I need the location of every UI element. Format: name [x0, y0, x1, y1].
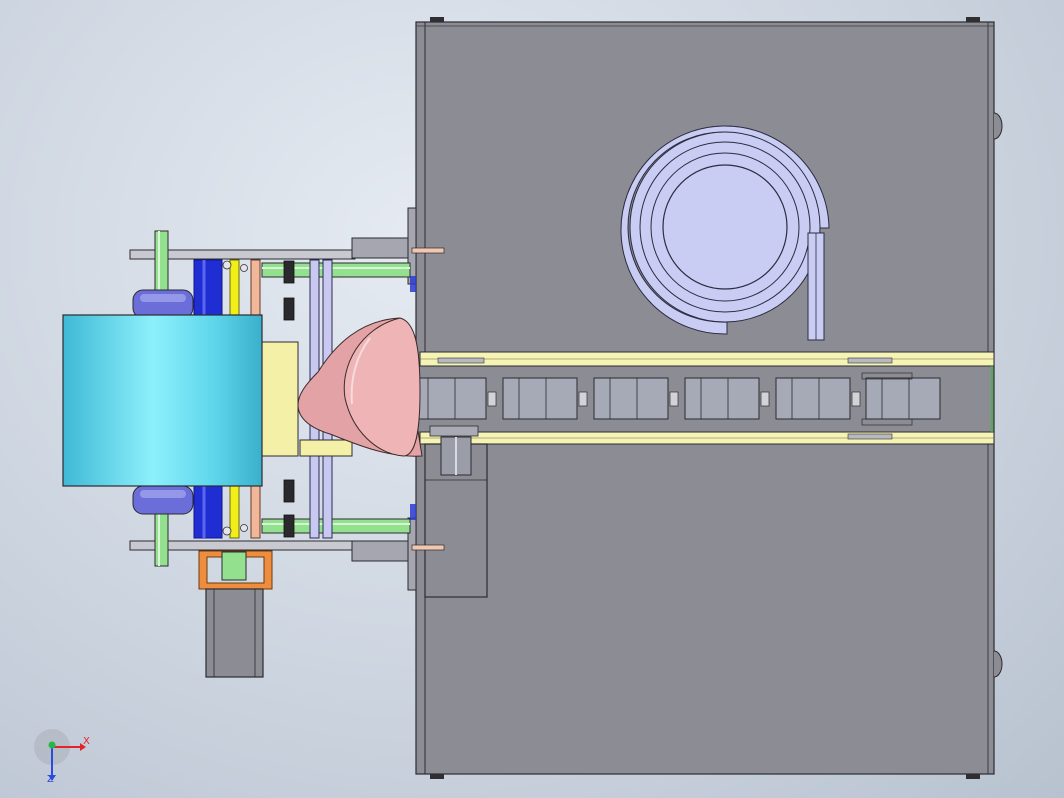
rail-clamp-left	[437, 357, 485, 364]
z-axis-label: Z	[47, 774, 54, 785]
rail-clamp-top	[847, 357, 893, 364]
roll-drive-motor[interactable]	[198, 550, 273, 678]
y-axis-dot	[48, 741, 56, 749]
roll-body	[62, 314, 263, 487]
conveyor-part[interactable]	[861, 372, 941, 426]
spacer-top-1	[283, 260, 295, 284]
motor-collar	[429, 425, 479, 437]
conveyor-part[interactable]	[593, 377, 679, 420]
motor-coupling	[221, 551, 247, 581]
conveyor-part[interactable]	[502, 377, 588, 420]
frame-mount-bottom	[351, 540, 413, 562]
cad-viewport[interactable]: X Z	[0, 0, 1064, 798]
assembly-drawing	[34, 17, 1003, 781]
bolt-bottom	[411, 544, 445, 551]
spacer-bottom-2	[283, 514, 295, 538]
conveyor-part[interactable]	[411, 377, 497, 420]
bowl-center-disc	[662, 164, 788, 290]
material-roll[interactable]	[62, 314, 263, 487]
spacer-top-2	[283, 297, 295, 321]
housing-hinge-lower	[993, 650, 1003, 678]
conveyor-part[interactable]	[684, 377, 770, 420]
coordinate-triad	[34, 729, 86, 781]
housing-foot-tl	[430, 17, 444, 22]
conveyor[interactable]	[411, 351, 995, 445]
housing-hinge-upper	[993, 112, 1003, 140]
x-axis-label: X	[83, 736, 90, 747]
conveyor-part[interactable]	[775, 377, 861, 420]
bolt-top	[411, 247, 445, 254]
rail-clamp-bottom	[847, 433, 893, 440]
housing-foot-br	[966, 774, 980, 779]
housing-foot-bl	[430, 774, 444, 779]
conveyor-drive-motor[interactable]	[424, 425, 488, 598]
spacer-bottom-1	[283, 479, 295, 503]
sensor-block[interactable]	[257, 341, 299, 457]
roll-motor-body	[205, 588, 264, 678]
frame-mount-top	[351, 237, 413, 259]
housing-foot-tr	[966, 17, 980, 22]
